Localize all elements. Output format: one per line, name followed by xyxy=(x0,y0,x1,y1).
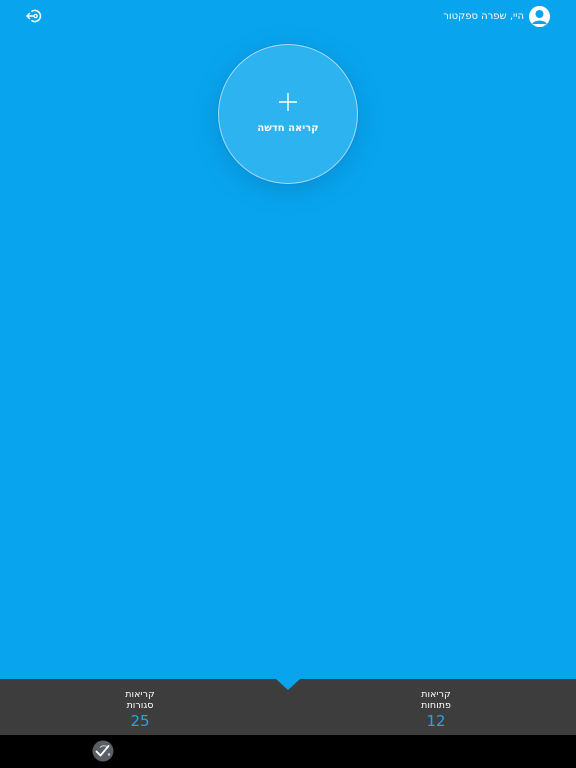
open-tickets-label-line2: פתוחות xyxy=(421,700,451,711)
open-tickets-label-line1: קריאות xyxy=(421,689,451,700)
user-avatar-icon[interactable] xyxy=(529,6,550,27)
selection-pointer-icon xyxy=(276,679,300,690)
open-tickets-count: 12 xyxy=(426,712,446,730)
new-ticket-label: קריאה חדשה xyxy=(257,123,319,134)
app-screen: היי, שפרה ספקטור קריאה חדשה קריאות פתוחו… xyxy=(0,0,576,768)
main-area: היי, שפרה ספקטור קריאה חדשה xyxy=(0,0,576,679)
new-ticket-button[interactable]: קריאה חדשה xyxy=(218,44,358,184)
user-header: היי, שפרה ספקטור xyxy=(443,6,550,27)
closed-tickets-count: 25 xyxy=(130,712,150,730)
brand-logo-icon xyxy=(92,740,114,762)
closed-tickets-stat[interactable]: קריאות סגורות 25 xyxy=(100,689,180,730)
closed-tickets-label-line1: קריאות xyxy=(125,689,155,700)
footer-bar xyxy=(0,735,576,768)
user-greeting: היי, שפרה ספקטור xyxy=(443,11,524,22)
logout-icon[interactable] xyxy=(26,8,42,24)
closed-tickets-label-line2: סגורות xyxy=(126,700,154,711)
plus-icon xyxy=(279,93,297,111)
open-tickets-stat[interactable]: קריאות פתוחות 12 xyxy=(396,689,476,730)
